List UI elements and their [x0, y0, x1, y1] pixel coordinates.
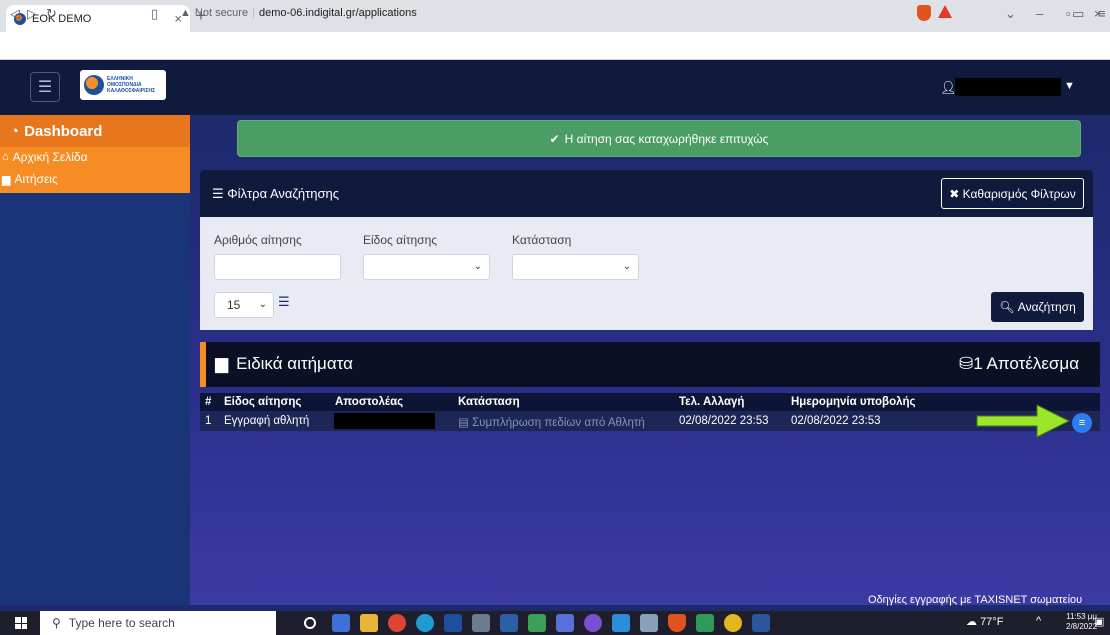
windows-start-icon[interactable]	[15, 617, 27, 629]
taskbar-search[interactable]: ⚲ Type here to search	[40, 611, 276, 635]
chevron-down-icon[interactable]: ⌄	[1005, 6, 1016, 22]
results-count: ⛁1 Αποτέλεσμα	[959, 354, 1080, 373]
address-bar	[0, 32, 1110, 60]
green-arrow-annotation	[976, 404, 1071, 438]
warning-icon: ▲	[180, 7, 191, 19]
row-last-change: 02/08/2022 23:53	[679, 415, 769, 427]
chevron-down-icon: ⌄	[258, 299, 267, 310]
maximize-icon[interactable]: ▫	[1066, 6, 1071, 21]
app-icon[interactable]	[724, 614, 742, 632]
alert-message: Η αίτηση σας καταχωρήθηκε επιτυχώς	[564, 131, 769, 146]
col-type: Είδος αίτησης	[224, 396, 302, 408]
app-icon[interactable]	[528, 614, 546, 632]
clock[interactable]: 11:53 μμ 2/8/2022	[1066, 612, 1097, 632]
archive-icon: ▆	[2, 173, 11, 186]
chrome-icon[interactable]	[388, 614, 406, 632]
row-status: ▤ Συμπλήρωση πεδίων από Αθλητή	[458, 417, 645, 429]
back-icon[interactable]: ◁	[10, 6, 20, 22]
chevron-down-icon: ⌄	[473, 261, 482, 272]
sidebar-item-label: Αρχική Σελίδα	[12, 150, 88, 164]
sidebar-dashboard[interactable]: ◔ Dashboard	[0, 115, 190, 147]
application-number-input[interactable]	[214, 254, 341, 280]
application-type-select[interactable]: ⌄	[363, 254, 490, 280]
success-alert: ✔ Η αίτηση σας καταχωρήθηκε επιτυχώς	[237, 120, 1081, 157]
app-icon[interactable]	[696, 614, 714, 632]
brave-shield-icon[interactable]	[917, 5, 931, 21]
clear-filters-button[interactable]: ✖ Καθαρισμός Φίλτρων	[941, 178, 1084, 209]
chevron-up-icon[interactable]: ^	[1036, 615, 1041, 627]
weather-icon: ☁	[966, 616, 981, 628]
basketball-logo-icon	[84, 75, 104, 95]
page-size-select[interactable]: 15 ⌄	[214, 292, 274, 318]
sidebar-dashboard-label: Dashboard	[24, 122, 103, 140]
archive-icon: ▆	[215, 354, 229, 373]
sidebar-item-applications[interactable]: ▆ Αιτήσεις	[0, 169, 190, 189]
filters-title: ☰ Φίλτρα Αναζήτησης	[212, 186, 340, 201]
row-details-button[interactable]: ≡	[1072, 413, 1092, 433]
sidebar-item-label: Αιτήσεις	[14, 172, 58, 186]
col-sender: Αποστολέας	[335, 396, 404, 408]
row-type: Εγγραφή αθλητή	[224, 415, 310, 427]
dashboard-icon: ◔	[10, 122, 20, 140]
database-icon: ⛁	[959, 354, 974, 373]
security-label: Not secure	[194, 7, 249, 19]
bookmark-icon[interactable]: ▯	[151, 6, 158, 22]
list-icon: ☰	[278, 294, 290, 309]
check-circle-icon: ✔	[549, 131, 560, 146]
sidebar-item-home[interactable]: ⌂ Αρχική Σελίδα	[0, 147, 190, 167]
taxisnet-guide-link[interactable]: Οδηγίες εγγραφής με TAXISNET σωματείου	[868, 594, 1082, 606]
row-number: 1	[205, 415, 212, 427]
forward-icon[interactable]: ▷	[27, 6, 37, 22]
notifications-icon[interactable]: ▣	[1094, 615, 1104, 628]
home-icon: ⌂	[2, 151, 9, 163]
task-view-icon[interactable]	[332, 614, 350, 632]
word-icon[interactable]	[752, 614, 770, 632]
user-caret-icon[interactable]: ▼	[1064, 80, 1075, 92]
app-icon[interactable]	[472, 614, 490, 632]
minimize-icon[interactable]: –	[1036, 6, 1043, 21]
edge-icon[interactable]	[416, 614, 434, 632]
col-last-change: Τελ. Αλλαγή	[679, 396, 745, 408]
brave-icon[interactable]	[668, 614, 686, 632]
search-button[interactable]: 🔍︎ Αναζήτηση	[991, 292, 1084, 322]
col-number: #	[205, 396, 212, 408]
status-label: Κατάσταση	[512, 233, 572, 247]
search-icon: 🔍︎	[999, 300, 1018, 314]
file-explorer-icon[interactable]	[360, 614, 378, 632]
file-icon: ▤	[458, 417, 473, 429]
app-icon[interactable]	[640, 614, 658, 632]
redacted-sender	[334, 413, 435, 429]
logo-line-3: ΚΑΛΑΘΟΣΦΑΙΡΙΣΗΣ	[107, 88, 156, 94]
application-type-label: Είδος αίτησης	[363, 233, 438, 247]
status-select[interactable]: ⌄	[512, 254, 639, 280]
search-icon: ⚲	[52, 616, 61, 630]
cortana-icon[interactable]	[304, 617, 316, 629]
brave-rewards-icon[interactable]	[938, 5, 952, 18]
app-icon[interactable]	[612, 614, 630, 632]
wallet-icon[interactable]: ▭	[1072, 6, 1084, 22]
hamburger-menu-icon[interactable]: ☰	[30, 72, 60, 102]
url-text: demo-06.indigital.gr/applications	[258, 7, 417, 19]
app-icon[interactable]	[444, 614, 462, 632]
url-field[interactable]: ▲ Not secure | demo-06.indigital.gr/applica…	[180, 7, 417, 19]
federation-logo[interactable]: ΕΛΛΗΝΙΚΗ ΟΜΟΣΠΟΝΔΙΑ ΚΑΛΑΘΟΣΦΑΙΡΙΣΗΣ	[80, 70, 166, 100]
redacted-username[interactable]	[955, 78, 1061, 96]
outlook-icon[interactable]	[500, 614, 518, 632]
chevron-down-icon: ⌄	[622, 261, 631, 272]
x-icon: ✖	[949, 186, 963, 201]
col-submitted: Ημερομηνία υποβολής	[791, 396, 916, 408]
viber-icon[interactable]	[584, 614, 602, 632]
list-icon: ≡	[1078, 417, 1086, 429]
row-submitted: 02/08/2022 23:53	[791, 415, 881, 427]
requests-title: ▆ Ειδικά αιτήματα	[215, 354, 353, 373]
col-status: Κατάσταση	[458, 396, 520, 408]
weather-widget[interactable]: ☁ 77°F	[966, 615, 1003, 628]
teams-icon[interactable]	[556, 614, 574, 632]
reload-icon[interactable]: ↻	[46, 6, 57, 22]
menu-icon[interactable]: ≡	[1098, 6, 1106, 21]
sliders-icon: ☰	[212, 186, 228, 201]
application-number-label: Αριθμός αίτησης	[214, 233, 302, 247]
